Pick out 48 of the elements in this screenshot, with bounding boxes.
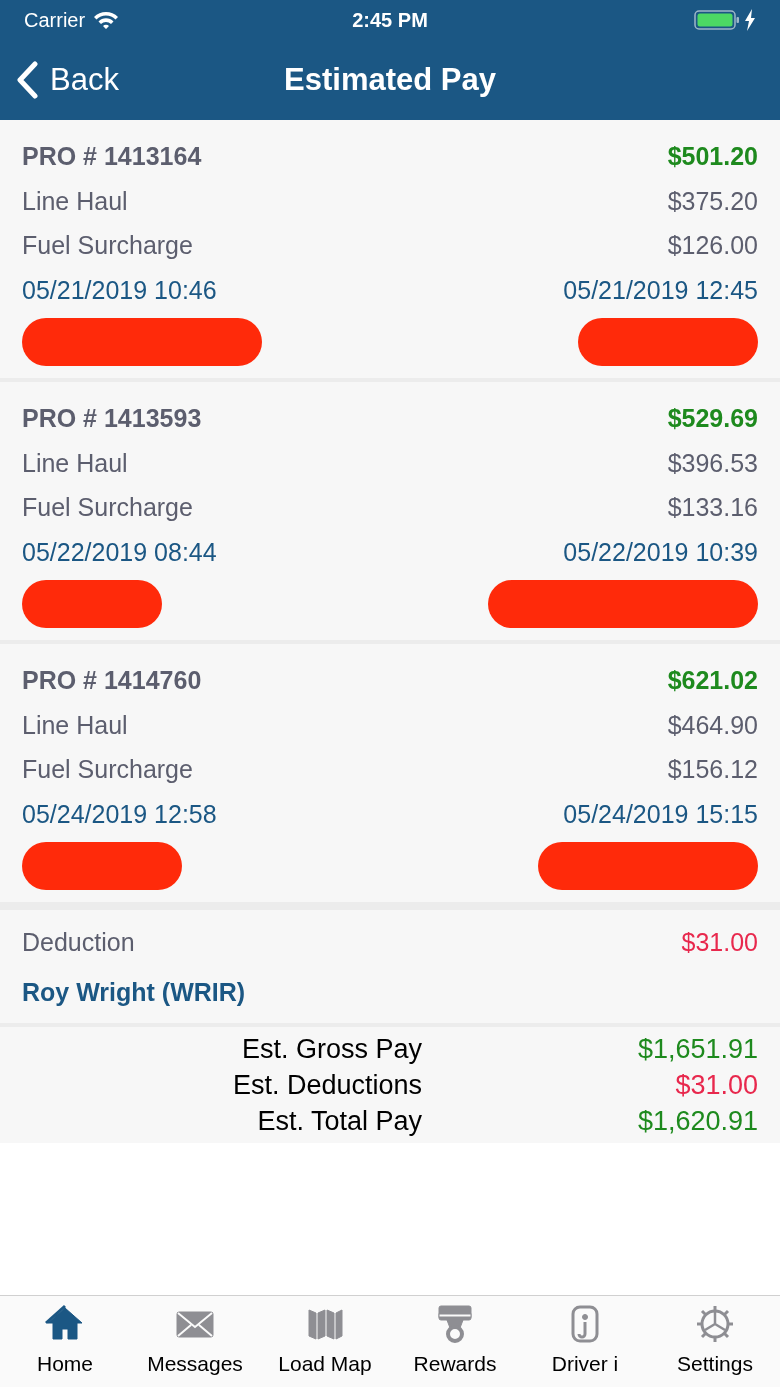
screen-title: Estimated Pay [284, 60, 496, 99]
pro-number: PRO # 1413593 [22, 403, 202, 434]
line-label: Fuel Surcharge [22, 230, 193, 261]
start-time: 05/22/2019 08:44 [22, 536, 217, 568]
wifi-icon [93, 10, 120, 30]
deduction-name: Roy Wright (WRIR) [22, 976, 247, 1008]
line-amount: $396.53 [667, 447, 758, 479]
tab-item[interactable]: Rewards [390, 1296, 520, 1387]
summary-amount: $31.00 [674, 1068, 759, 1102]
settings-icon [695, 1303, 735, 1344]
carrier-label: Carrier [24, 8, 86, 33]
status-time: 2:45 PM [352, 8, 428, 33]
line-amount: $375.20 [667, 185, 758, 217]
summary-amount: $1,620.91 [636, 1104, 759, 1138]
tab-item[interactable]: Home [0, 1296, 130, 1387]
line-amount: $126.00 [667, 230, 758, 261]
pro-number: PRO # 1413164 [22, 141, 202, 172]
line-label: Line Haul [22, 447, 128, 479]
battery-icon [694, 9, 740, 31]
deduction-amount: $31.00 [681, 927, 758, 958]
line-label: Line Haul [22, 709, 128, 741]
load-total: $529.69 [667, 403, 758, 434]
line-amount: $464.90 [667, 709, 758, 741]
badge-icon [435, 1303, 475, 1344]
load-total: $621.02 [667, 665, 758, 696]
line-amount: $156.12 [667, 754, 758, 785]
tab-item[interactable]: Settings [650, 1296, 780, 1387]
end-time: 05/22/2019 10:39 [563, 536, 758, 568]
summary-label: Est. Gross Pay [240, 1032, 422, 1066]
load-total: $501.20 [667, 141, 758, 172]
start-time: 05/21/2019 10:46 [22, 274, 217, 306]
start-time: 05/24/2019 12:58 [22, 798, 217, 830]
line-amount: $133.16 [667, 492, 758, 523]
end-time: 05/21/2019 12:45 [563, 274, 758, 306]
deduction-label: Deduction [22, 927, 135, 958]
pro-number: PRO # 1414760 [22, 665, 202, 696]
tab-item[interactable]: Messages [130, 1296, 260, 1387]
summary-amount: $1,651.91 [636, 1032, 759, 1066]
end-time: 05/24/2019 15:15 [563, 798, 758, 830]
back-button[interactable]: Back [16, 56, 119, 104]
summary-label: Est. Total Pay [256, 1104, 422, 1138]
line-label: Fuel Surcharge [22, 492, 193, 523]
line-label: Line Haul [22, 185, 128, 217]
chevron-left-icon [16, 61, 38, 99]
tab-item[interactable]: Load Map [260, 1296, 390, 1387]
tab-item[interactable]: Driver i [520, 1296, 650, 1387]
summary-label: Est. Deductions [231, 1068, 422, 1102]
line-label: Fuel Surcharge [22, 754, 193, 785]
